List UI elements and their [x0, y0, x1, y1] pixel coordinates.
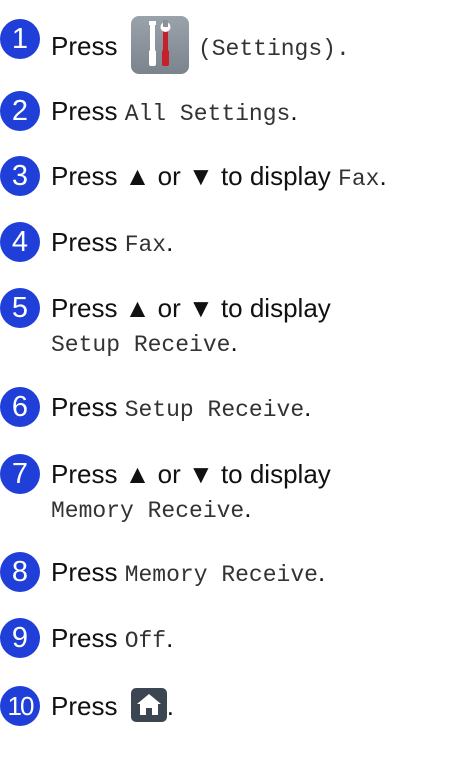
step-number-badge: 4	[0, 222, 40, 262]
step-number-badge: 10	[0, 686, 40, 726]
step-instruction: Press	[51, 392, 118, 422]
menu-option-text: Memory Receive	[124, 562, 318, 588]
step-punctuation: .	[290, 96, 298, 126]
step-number-badge: 9	[0, 618, 40, 658]
step-punctuation: .	[166, 623, 174, 653]
step-instruction: Press	[51, 30, 118, 61]
step-punctuation: .	[304, 392, 312, 422]
step-text-continued: Setup Receive.	[51, 322, 238, 365]
step-number-badge: 3	[0, 156, 40, 196]
step-text: Press All Settings.	[51, 91, 298, 134]
step-text-continued: Memory Receive.	[51, 488, 251, 531]
step-instruction: Press	[51, 691, 118, 721]
step-text: Press (Settings).	[51, 16, 350, 77]
step-punctuation: .	[244, 493, 252, 523]
settings-icon[interactable]	[130, 16, 189, 74]
step-text: Press Fax.	[51, 222, 173, 265]
home-icon[interactable]	[130, 688, 167, 723]
menu-option-text: Setup Receive	[51, 332, 231, 358]
menu-option-text: Off	[124, 628, 167, 654]
step-instruction: Press ▲ or ▼ to display	[51, 459, 331, 489]
step-punctuation: .	[317, 557, 326, 587]
menu-option-text: Fax	[124, 232, 167, 258]
step-text: Press ▲ or ▼ to display Fax.	[51, 156, 387, 199]
step-text: Press Memory Receive.	[51, 552, 325, 595]
menu-option-text: Setup Receive	[124, 397, 305, 423]
step-instruction: Press ▲ or ▼ to display	[51, 161, 331, 191]
step-instruction: Press ▲ or ▼ to display	[51, 293, 331, 323]
menu-option-text: All Settings	[124, 101, 291, 127]
step-punctuation: .	[166, 691, 174, 721]
step-number-badge: 6	[0, 387, 40, 427]
step-number-badge: 1	[0, 19, 40, 59]
step-instruction: Press	[51, 557, 118, 587]
settings-label: (Settings).	[197, 35, 350, 62]
step-text: Press .	[51, 686, 174, 726]
step-text: Press Setup Receive.	[51, 387, 311, 430]
menu-option-text: Memory Receive	[51, 498, 245, 524]
step-number-badge: 8	[0, 552, 40, 592]
step-instruction: Press	[51, 96, 118, 126]
step-punctuation: .	[166, 227, 174, 257]
step-punctuation: .	[230, 327, 238, 357]
step-number-badge: 2	[0, 91, 40, 131]
step-number-badge: 7	[0, 454, 40, 494]
step-text: Press Off.	[51, 618, 173, 661]
step-punctuation: .	[379, 161, 387, 191]
menu-option-text: Fax	[338, 166, 380, 192]
step-instruction: Press	[51, 623, 118, 653]
step-number-badge: 5	[0, 288, 40, 328]
step-instruction: Press	[51, 227, 118, 257]
